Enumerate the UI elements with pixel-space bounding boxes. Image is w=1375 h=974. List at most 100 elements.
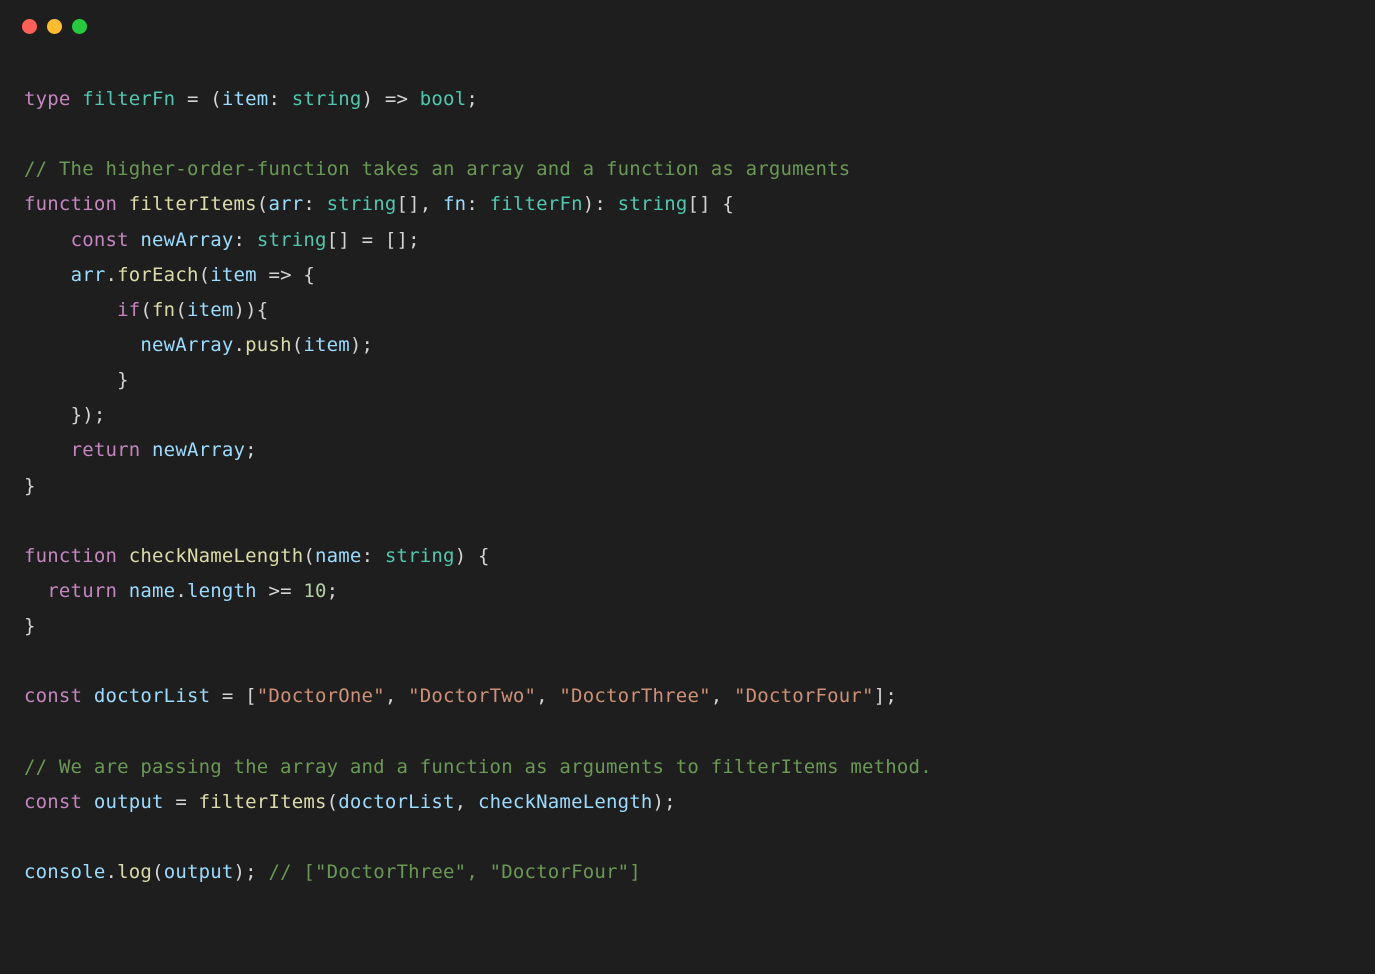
punct: ( bbox=[303, 545, 315, 567]
punct: ( bbox=[257, 193, 269, 215]
string-DoctorOne: "DoctorOne" bbox=[257, 685, 385, 707]
keyword-return: return bbox=[71, 439, 141, 461]
prop-length: length bbox=[187, 580, 257, 602]
punct: : bbox=[234, 229, 257, 251]
punct: . bbox=[105, 264, 117, 286]
ident-console: console bbox=[24, 861, 105, 883]
space bbox=[82, 685, 94, 707]
punct: . bbox=[234, 334, 246, 356]
ident-name: name bbox=[129, 580, 176, 602]
punct: . bbox=[105, 861, 117, 883]
call-filterItems: filterItems bbox=[199, 791, 327, 813]
function-name-checkNameLength: checkNameLength bbox=[129, 545, 304, 567]
punct: ); bbox=[653, 791, 676, 813]
string-DoctorFour: "DoctorFour" bbox=[734, 685, 874, 707]
code-block: type filterFn = (item: string) => bool; … bbox=[0, 52, 1375, 890]
punct: ; bbox=[327, 580, 339, 602]
type-bool: bool bbox=[420, 88, 467, 110]
punct: = [ bbox=[210, 685, 257, 707]
arg-checkNameLength: checkNameLength bbox=[478, 791, 653, 813]
punct: => { bbox=[257, 264, 315, 286]
keyword-function: function bbox=[24, 193, 117, 215]
type-string: string bbox=[327, 193, 397, 215]
punct: ; bbox=[466, 88, 478, 110]
indent bbox=[24, 299, 117, 321]
type-alias-name: filterFn bbox=[82, 88, 175, 110]
punct: ); bbox=[234, 861, 269, 883]
punct: ( bbox=[140, 299, 152, 321]
method-log: log bbox=[117, 861, 152, 883]
type-string: string bbox=[257, 229, 327, 251]
method-push: push bbox=[245, 334, 292, 356]
punct: : bbox=[362, 545, 385, 567]
punct: ( bbox=[199, 264, 211, 286]
param-name: name bbox=[315, 545, 362, 567]
function-name-filterItems: filterItems bbox=[129, 193, 257, 215]
punct: , bbox=[385, 685, 408, 707]
call-fn: fn bbox=[152, 299, 175, 321]
comment: // ["DoctorThree", "DoctorFour"] bbox=[268, 861, 640, 883]
type-string: string bbox=[385, 545, 455, 567]
punct: = ( bbox=[175, 88, 222, 110]
punct: : bbox=[303, 193, 326, 215]
punct: [] = []; bbox=[327, 229, 420, 251]
arg-doctorList: doctorList bbox=[338, 791, 454, 813]
punct: : bbox=[268, 88, 291, 110]
comment: // We are passing the array and a functi… bbox=[24, 756, 932, 778]
punct: [] { bbox=[688, 193, 735, 215]
param-arr: arr bbox=[268, 193, 303, 215]
titlebar bbox=[0, 0, 1375, 52]
punct: , bbox=[536, 685, 559, 707]
var-doctorList: doctorList bbox=[94, 685, 210, 707]
keyword-function: function bbox=[24, 545, 117, 567]
punct: . bbox=[175, 580, 187, 602]
indent bbox=[24, 334, 140, 356]
minimize-icon[interactable] bbox=[47, 19, 62, 34]
indent bbox=[24, 580, 47, 602]
operator-gte: >= bbox=[257, 580, 304, 602]
keyword-type: type bbox=[24, 88, 71, 110]
punct: , bbox=[711, 685, 734, 707]
param-item: item bbox=[222, 88, 269, 110]
indent bbox=[24, 439, 71, 461]
ident-item: item bbox=[187, 299, 234, 321]
punct: ; bbox=[245, 439, 257, 461]
punct: ) => bbox=[362, 88, 420, 110]
string-DoctorTwo: "DoctorTwo" bbox=[408, 685, 536, 707]
indent bbox=[24, 369, 117, 391]
var-newArray: newArray bbox=[140, 229, 233, 251]
keyword-return: return bbox=[47, 580, 117, 602]
type-string: string bbox=[618, 193, 688, 215]
string-DoctorThree: "DoctorThree" bbox=[559, 685, 710, 707]
param-item: item bbox=[210, 264, 257, 286]
punct: : bbox=[466, 193, 489, 215]
punct: ); bbox=[350, 334, 373, 356]
zoom-icon[interactable] bbox=[72, 19, 87, 34]
punct: ( bbox=[292, 334, 304, 356]
ident-newArray: newArray bbox=[140, 334, 233, 356]
ident-arr: arr bbox=[71, 264, 106, 286]
type-string: string bbox=[292, 88, 362, 110]
punct: ( bbox=[152, 861, 164, 883]
punct: = bbox=[164, 791, 199, 813]
punct: }); bbox=[71, 404, 106, 426]
punct: )){ bbox=[234, 299, 269, 321]
indent bbox=[24, 404, 71, 426]
method-forEach: forEach bbox=[117, 264, 198, 286]
brace: } bbox=[117, 369, 129, 391]
indent bbox=[24, 264, 71, 286]
var-output: output bbox=[94, 791, 164, 813]
param-fn: fn bbox=[443, 193, 466, 215]
close-icon[interactable] bbox=[22, 19, 37, 34]
comment: // The higher-order-function takes an ar… bbox=[24, 158, 850, 180]
punct: ): bbox=[583, 193, 618, 215]
keyword-const: const bbox=[24, 791, 82, 813]
keyword-const: const bbox=[71, 229, 129, 251]
keyword-const: const bbox=[24, 685, 82, 707]
brace: } bbox=[24, 615, 36, 637]
ident-newArray: newArray bbox=[152, 439, 245, 461]
punct: ) { bbox=[455, 545, 490, 567]
ident-item: item bbox=[303, 334, 350, 356]
code-window: type filterFn = (item: string) => bool; … bbox=[0, 0, 1375, 974]
brace: } bbox=[24, 475, 36, 497]
